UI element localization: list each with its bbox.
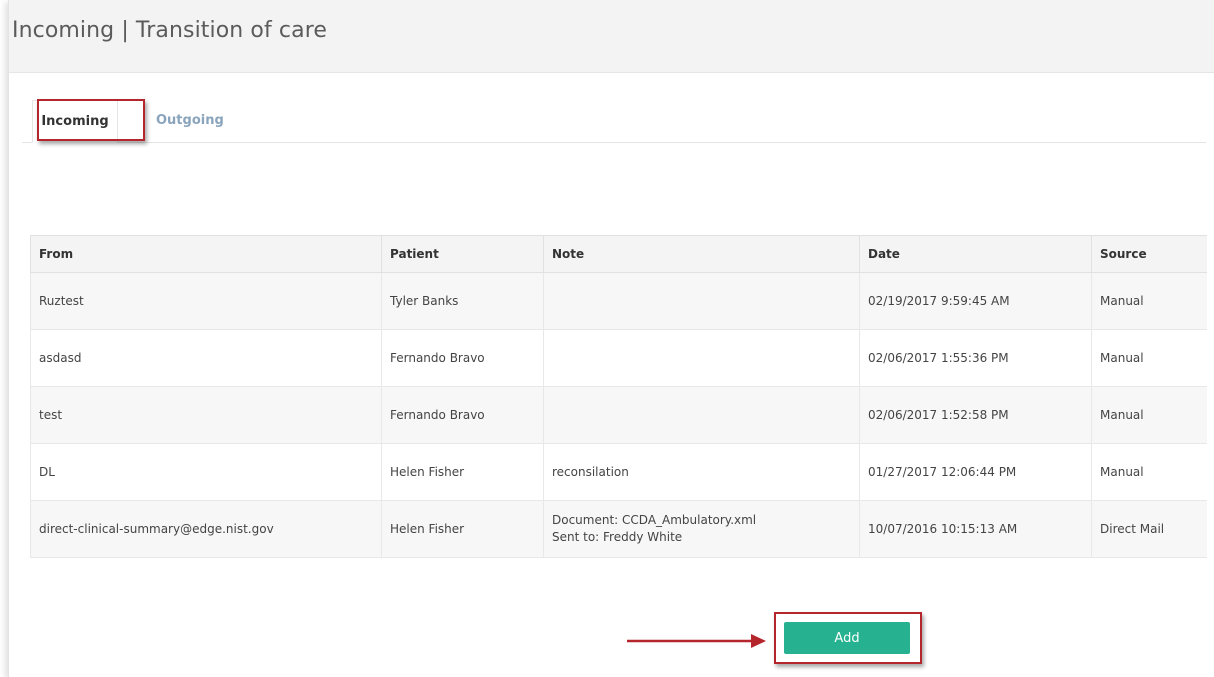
cell-note: Document: CCDA_Ambulatory.xml Sent to: Fr… [543,500,860,558]
note-line: reconsilation [552,464,629,479]
cell-date: 02/06/2017 1:55:36 PM [859,329,1092,387]
cell-source: Manual [1091,443,1207,501]
cell-note: reconsilation [543,443,860,501]
column-header-patient[interactable]: Patient [381,235,544,273]
cell-from: asdasd [30,329,382,387]
cell-from: test [30,386,382,444]
cell-source: Direct Mail [1091,500,1207,558]
cell-source: Manual [1091,329,1207,387]
cell-date: 10/07/2016 10:15:13 AM [859,500,1092,558]
column-header-note[interactable]: Note [543,235,860,273]
table-row[interactable]: asdasd Fernando Bravo 02/06/2017 1:55:36… [30,329,1207,387]
arrow-right-icon [627,634,766,648]
cell-patient: Helen Fisher [381,500,544,558]
table-row[interactable]: DL Helen Fisher reconsilation 01/27/2017… [30,443,1207,501]
cell-note [543,329,860,387]
column-header-from[interactable]: From [30,235,382,273]
cell-note [543,386,860,444]
cell-from: direct-clinical-summary@edge.nist.gov [30,500,382,558]
column-header-date[interactable]: Date [859,235,1092,273]
cell-patient: Tyler Banks [381,272,544,330]
page-header: Incoming | Transition of care [9,0,1214,73]
cell-note [543,272,860,330]
table-row[interactable]: test Fernando Bravo 02/06/2017 1:52:58 P… [30,386,1207,444]
tab-outgoing[interactable]: Outgoing [156,100,224,142]
transition-of-care-table: From Patient Note Date Source Ruztest Ty… [30,235,1207,558]
tab-bar: Incoming Outgoing [22,100,1206,143]
cell-source: Manual [1091,272,1207,330]
cell-patient: Fernando Bravo [381,386,544,444]
note-line: Sent to: Freddy White [552,530,683,544]
cell-patient: Fernando Bravo [381,329,544,387]
table-header-row: From Patient Note Date Source [30,235,1207,273]
cell-patient: Helen Fisher [381,443,544,501]
page-title: Incoming | Transition of care [12,18,327,43]
table-row[interactable]: direct-clinical-summary@edge.nist.gov He… [30,500,1207,558]
cell-source: Manual [1091,386,1207,444]
note-line: Document: CCDA_Ambulatory.xml [552,513,757,527]
add-button[interactable]: Add [784,622,910,654]
cell-from: Ruztest [30,272,382,330]
table-row[interactable]: Ruztest Tyler Banks 02/19/2017 9:59:45 A… [30,272,1207,330]
tab-incoming[interactable]: Incoming [32,100,118,143]
cell-date: 02/19/2017 9:59:45 AM [859,272,1092,330]
cell-date: 02/06/2017 1:52:58 PM [859,386,1092,444]
column-header-source[interactable]: Source [1091,235,1207,273]
add-button-highlight-box: Add [774,612,922,664]
cell-from: DL [30,443,382,501]
cell-date: 01/27/2017 12:06:44 PM [859,443,1092,501]
